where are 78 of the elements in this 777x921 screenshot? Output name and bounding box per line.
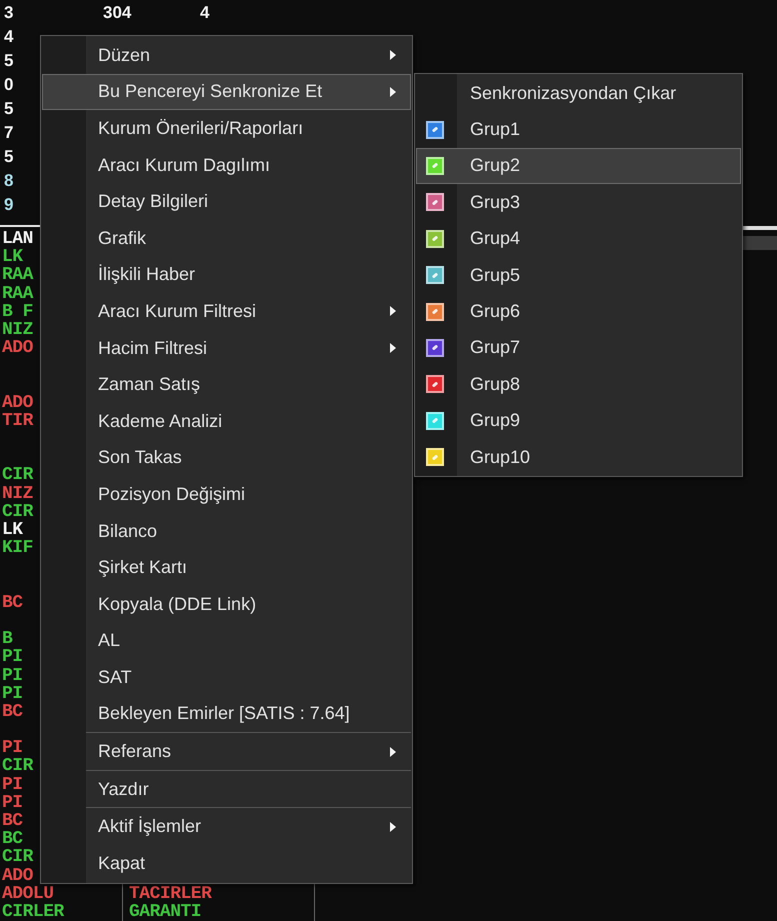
table-cell-text: 7 xyxy=(3,123,14,143)
table-cell: NIZ xyxy=(2,484,33,504)
table-cell: TACIRLER xyxy=(129,884,212,904)
table-cell: BC xyxy=(2,811,23,831)
table-cell: LK xyxy=(2,247,23,268)
table-cell: 4 xyxy=(200,3,210,23)
menu-item[interactable]: SAT xyxy=(42,659,411,696)
table-cell-text: 5 xyxy=(3,51,14,71)
menu-item[interactable]: Hacim Filtresi xyxy=(42,330,411,366)
menu-item[interactable]: Grup6 xyxy=(416,293,741,330)
panel-header-bar xyxy=(742,236,777,250)
table-cell: BC xyxy=(2,702,23,722)
menu-item[interactable]: Pozisyon Değişimi xyxy=(42,476,411,513)
table-cell: GARANTI xyxy=(129,902,202,921)
table-cell: CIR xyxy=(2,756,33,776)
menu-item[interactable]: Son Takas xyxy=(42,440,411,476)
menu-item[interactable]: Grup4 xyxy=(416,220,741,257)
table-cell-text: 5 xyxy=(3,99,14,119)
table-cell-text: 8 xyxy=(3,171,14,191)
table-cell: ADO xyxy=(2,338,33,358)
menu-item[interactable]: Referans xyxy=(42,733,411,770)
table-cell: ADO xyxy=(2,866,33,886)
menu-item[interactable]: Kopyala (DDE Link) xyxy=(42,586,411,622)
table-cell: BC xyxy=(2,829,23,850)
menu-item[interactable]: Grup7 xyxy=(416,330,741,366)
menu-item[interactable]: AL xyxy=(42,622,411,660)
menu-item[interactable]: Zaman Satış xyxy=(42,366,411,403)
table-cell-text: 4 xyxy=(3,27,14,47)
menu-item[interactable]: Şirket Kartı xyxy=(42,549,411,586)
menu-item[interactable]: Bekleyen Emirler [SATIS : 7.64] xyxy=(42,696,411,732)
menu-item[interactable]: Kademe Analizi xyxy=(42,402,411,440)
table-cell: RAA xyxy=(2,265,33,286)
menu-item[interactable]: Aracı Kurum Dagılımı xyxy=(42,146,411,184)
menu-item[interactable]: Aktif İşlemler xyxy=(42,808,411,846)
table-cell: ADOLU xyxy=(2,884,54,904)
table-cell-text: 3 xyxy=(3,3,14,23)
menu-item[interactable]: Grup8 xyxy=(416,366,741,403)
menu-item[interactable]: Grup1 xyxy=(416,111,741,148)
table-cell: B F xyxy=(2,302,33,322)
menu-item[interactable]: Kurum Önerileri/Raporları xyxy=(42,110,411,147)
menu-item[interactable]: İlişkili Haber xyxy=(42,256,411,294)
table-cell: PI xyxy=(2,684,23,704)
table-cell: PI xyxy=(2,792,23,813)
table-cell: KIF xyxy=(2,538,33,558)
table-cell: TIR xyxy=(2,410,33,431)
table-cell-text: 0 xyxy=(3,75,14,95)
menu-item[interactable]: Grup10 xyxy=(416,438,741,476)
table-cell: CIRLER xyxy=(2,902,64,921)
table-cell-text: 9 xyxy=(3,195,14,215)
table-cell-text: 5 xyxy=(3,147,14,167)
menu-item[interactable]: Grup2 xyxy=(416,148,741,184)
table-cell: LAN xyxy=(2,229,33,249)
menu-item[interactable]: Grup5 xyxy=(416,256,741,294)
table-cell: PI xyxy=(2,738,23,758)
table-cell: PI xyxy=(2,666,23,686)
menu-item[interactable]: Grup3 xyxy=(416,184,741,221)
menu-item[interactable]: Grup9 xyxy=(416,402,741,439)
table-cell: RAA xyxy=(2,284,33,304)
table-cell: B xyxy=(2,629,12,650)
table-cell: PI xyxy=(2,647,23,668)
table-cell: ADO xyxy=(2,392,33,413)
table-cell: CIR xyxy=(2,502,33,522)
table-cell: LK xyxy=(2,520,23,540)
menu-item[interactable]: Grafik xyxy=(42,220,411,257)
menu-item[interactable]: Aracı Kurum Filtresi xyxy=(42,293,411,330)
menu-item[interactable]: Detay Bilgileri xyxy=(42,183,411,220)
table-cell: CIR xyxy=(2,465,33,486)
menu-item[interactable]: Bu Pencereyi Senkronize Et xyxy=(42,74,411,110)
menu-item[interactable]: Senkronizasyondan Çıkar xyxy=(416,75,741,112)
menu-item[interactable]: Kapat xyxy=(42,845,411,882)
table-cell: CIR xyxy=(2,847,33,868)
menu-item[interactable]: Düzen xyxy=(42,37,411,74)
menu-item[interactable]: Yazdır xyxy=(42,770,411,808)
table-cell: BC xyxy=(2,592,23,613)
table-cell-text: 304 xyxy=(102,3,132,23)
table-cell: NIZ xyxy=(2,320,33,340)
table-cell: PI xyxy=(2,774,23,795)
menu-item[interactable]: Bilanco xyxy=(42,512,411,550)
